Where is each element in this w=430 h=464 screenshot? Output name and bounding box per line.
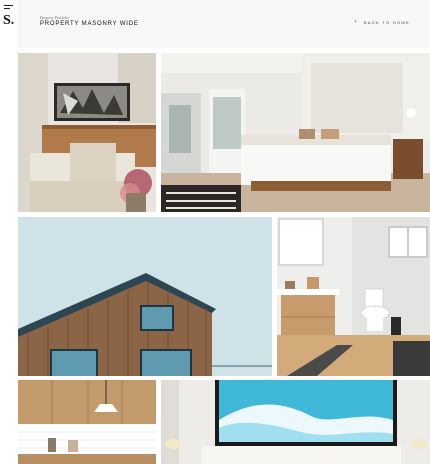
hamburger-icon[interactable]: [4, 5, 13, 9]
sidebar: S.: [0, 0, 18, 464]
back-to-home-link[interactable]: ‹ BACK TO HOME: [355, 19, 410, 25]
bedroom-photo[interactable]: [161, 53, 430, 212]
kitchen-photo[interactable]: [18, 380, 156, 464]
living-room-photo[interactable]: [18, 53, 156, 212]
page-header: Property Portfolio PROPERTY MASONRY WIDE…: [18, 0, 430, 48]
chevron-left-icon: ‹: [354, 19, 358, 25]
page-title: PROPERTY MASONRY WIDE: [40, 21, 139, 27]
page-subtitle: Property Portfolio: [40, 15, 69, 20]
living-room-with-wave-painting-photo[interactable]: [161, 380, 430, 464]
wooden-house-photo[interactable]: [18, 217, 272, 376]
bathroom-photo[interactable]: [277, 217, 430, 376]
logo[interactable]: S.: [3, 13, 14, 29]
back-to-home-label: BACK TO HOME: [363, 19, 410, 25]
